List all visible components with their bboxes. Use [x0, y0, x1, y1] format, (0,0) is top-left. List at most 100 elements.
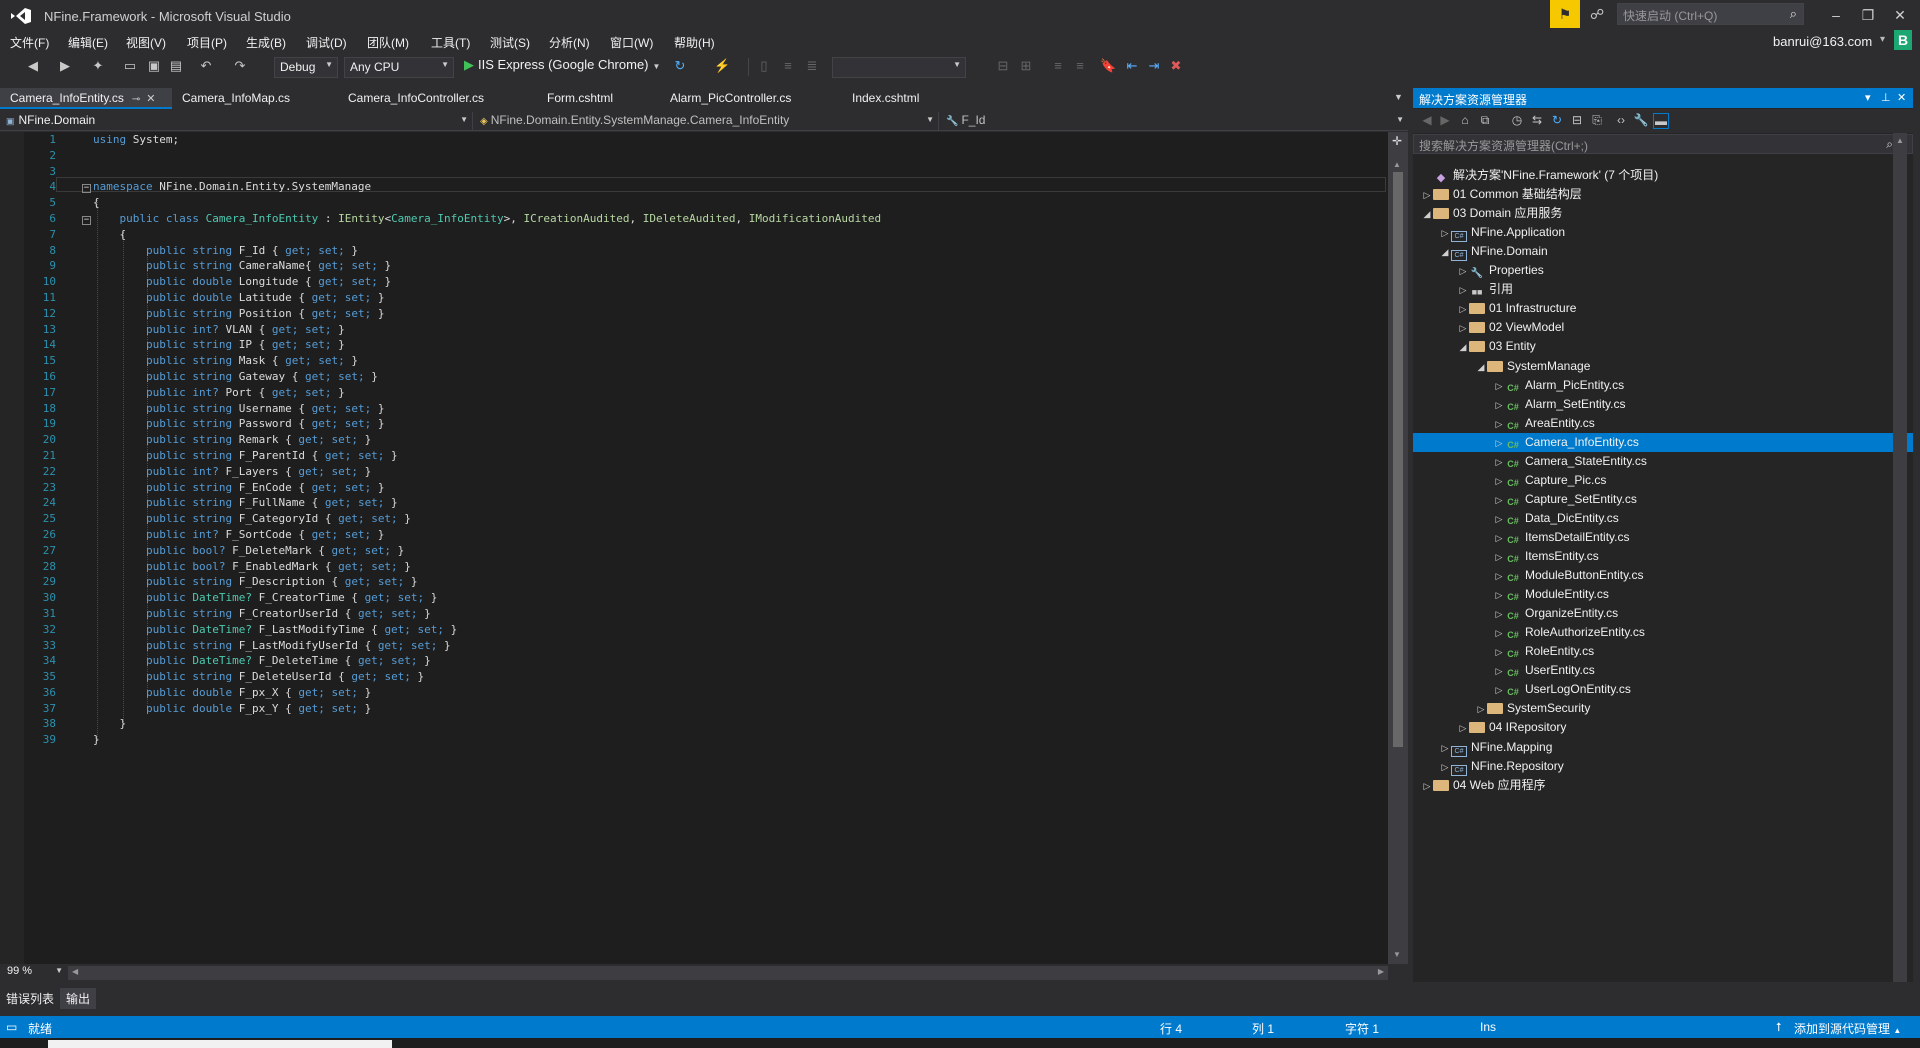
member-dropdown[interactable]: 🔧 F_Id ▼	[940, 112, 1408, 130]
collapsed-arrow-icon[interactable]: ▷	[1457, 300, 1469, 319]
start-debugging-button[interactable]: ▶ IIS Express (Google Chrome) ▼	[464, 57, 660, 78]
collapsed-arrow-icon[interactable]: ▷	[1457, 319, 1469, 338]
tree-node[interactable]: ▷ 04 Web 应用程序	[1413, 776, 1913, 795]
collapsed-arrow-icon[interactable]: ▷	[1457, 281, 1469, 300]
collapsed-arrow-icon[interactable]: ▷	[1493, 681, 1505, 700]
properties-icon[interactable]: 🔧	[1633, 113, 1649, 127]
menu-file[interactable]: 文件(F)	[10, 34, 49, 51]
scroll-up-icon[interactable]: ▲	[1393, 160, 1401, 169]
scroll-right-icon[interactable]: ▶	[1378, 967, 1384, 976]
tree-node[interactable]: ▷ 02 ViewModel	[1413, 318, 1913, 337]
tree-node[interactable]: ▷ C# UserEntity.cs	[1413, 661, 1913, 680]
collapsed-arrow-icon[interactable]: ▷	[1493, 567, 1505, 586]
previous-bookmark-icon[interactable]: ⇤	[1124, 58, 1140, 74]
collapsed-arrow-icon[interactable]: ▷	[1493, 453, 1505, 472]
solution-explorer-search-input[interactable]: 搜索解决方案资源管理器(Ctrl+;) ⌕▾	[1413, 134, 1913, 154]
collapsed-arrow-icon[interactable]: ▷	[1493, 510, 1505, 529]
pending-changes-filter-icon[interactable]: ◷	[1509, 113, 1525, 127]
tab-index-cshtml[interactable]: Index.cshtml	[842, 88, 929, 109]
notifications-flag-icon[interactable]: ⚑	[1550, 0, 1580, 28]
tree-node[interactable]: ▷ C# UserLogOnEntity.cs	[1413, 680, 1913, 699]
collapsed-arrow-icon[interactable]: ▷	[1493, 472, 1505, 491]
menu-test[interactable]: 测试(S)	[490, 34, 530, 51]
avatar[interactable]: B	[1894, 30, 1912, 50]
find-combo[interactable]: ▼	[832, 57, 966, 78]
tree-node[interactable]: ◢ C# NFine.Domain	[1413, 242, 1913, 262]
collapsed-arrow-icon[interactable]: ▷	[1493, 662, 1505, 681]
expanded-arrow-icon[interactable]: ◢	[1457, 338, 1469, 357]
collapse-all-icon[interactable]: ⊟	[1569, 113, 1585, 127]
tree-node[interactable]: ▷ C# NFine.Repository	[1413, 757, 1913, 776]
collapsed-arrow-icon[interactable]: ▷	[1493, 643, 1505, 662]
tree-node[interactable]: ▷ C# NFine.Application	[1413, 223, 1913, 243]
tree-node[interactable]: ▷ 04 IRepository	[1413, 718, 1913, 737]
solution-configuration-select[interactable]: Debug ▼	[274, 57, 338, 78]
browser-link-icon[interactable]: ⚡	[714, 58, 730, 74]
menu-team[interactable]: 团队(M)	[367, 34, 409, 51]
menu-window[interactable]: 窗口(W)	[610, 34, 653, 51]
tree-node[interactable]: ▷ 01 Common 基础结构层	[1413, 185, 1913, 204]
refresh-browser-icon[interactable]: ↻	[672, 58, 688, 74]
tree-node[interactable]: ▷ C# Camera_InfoEntity.cs	[1413, 432, 1913, 452]
undo-icon[interactable]: ↶	[198, 58, 214, 74]
tree-node[interactable]: ◢ 03 Domain 应用服务	[1413, 204, 1913, 223]
collapsed-arrow-icon[interactable]: ▷	[1493, 586, 1505, 605]
comment-icon[interactable]: ▯	[756, 58, 772, 74]
tree-node[interactable]: ▷ C# Alarm_PicEntity.cs	[1413, 376, 1913, 395]
format-selection-icon[interactable]: ⊞	[1018, 58, 1034, 74]
tree-node[interactable]: ▷ C# RoleAuthorizeEntity.cs	[1413, 623, 1913, 642]
outdent-icon[interactable]: ≣	[804, 58, 820, 74]
scroll-up-icon[interactable]: ▲	[1896, 136, 1904, 145]
tree-node[interactable]: ▷ C# Camera_StateEntity.cs	[1413, 452, 1913, 471]
collapse-namespace-icon[interactable]: −	[82, 184, 91, 193]
scrollbar-thumb[interactable]	[1393, 172, 1403, 747]
menu-build[interactable]: 生成(B)	[246, 34, 286, 51]
tree-node[interactable]: ▷ C# OrganizeEntity.cs	[1413, 604, 1913, 623]
sync-with-document-icon[interactable]: ⇆	[1529, 113, 1545, 127]
save-all-icon[interactable]: ▤	[168, 58, 184, 74]
tree-node[interactable]: ▷ C# RoleEntity.cs	[1413, 642, 1913, 661]
tree-node[interactable]: ▷ ■■ 引用	[1413, 280, 1913, 299]
collapsed-arrow-icon[interactable]: ▷	[1475, 700, 1487, 719]
new-project-icon[interactable]: ✦	[90, 58, 106, 74]
expanded-arrow-icon[interactable]: ◢	[1439, 243, 1451, 262]
tree-node[interactable]: ▷ C# ItemsDetailEntity.cs	[1413, 528, 1913, 547]
open-file-icon[interactable]: ▭	[122, 58, 138, 74]
tree-node[interactable]: ▷ 🔧 Properties	[1413, 261, 1913, 280]
back-icon[interactable]: ◀	[1419, 113, 1435, 127]
pin-icon[interactable]: ⊸	[132, 94, 140, 105]
code-editor[interactable]: 1 2 3 4 5 6 7 8 9 10 11 12 13 14 15 16 17 18 19 20 21 22 23 24 2…	[0, 132, 1388, 964]
close-icon[interactable]: ✕	[1897, 91, 1906, 104]
tab-error-list[interactable]: 错误列表	[0, 988, 60, 1009]
tree-node[interactable]: ▷ C# AreaEntity.cs	[1413, 414, 1913, 433]
collapsed-arrow-icon[interactable]: ▷	[1439, 739, 1451, 758]
split-window-icon[interactable]: ✛	[1392, 134, 1402, 148]
collapsed-arrow-icon[interactable]: ▷	[1493, 377, 1505, 396]
tab-camera-infomap[interactable]: Camera_InfoMap.cs	[172, 88, 300, 109]
collapsed-arrow-icon[interactable]: ▷	[1421, 777, 1433, 796]
collapsed-arrow-icon[interactable]: ▷	[1457, 262, 1469, 281]
tab-camera-infocontroller[interactable]: Camera_InfoController.cs	[338, 88, 494, 109]
menu-edit[interactable]: 编辑(E)	[68, 34, 108, 51]
show-all-files-icon[interactable]: ⎘	[1589, 113, 1605, 128]
editor-horizontal-scrollbar[interactable]: ◀ ▶	[68, 966, 1388, 980]
feedback-icon[interactable]: ☍	[1590, 6, 1608, 22]
menu-view[interactable]: 视图(V)	[126, 34, 166, 51]
tree-node[interactable]: ▷ SystemSecurity	[1413, 699, 1913, 718]
search-icon[interactable]: ⌕	[1790, 6, 1797, 22]
tree-node[interactable]: ▷ C# ModuleButtonEntity.cs	[1413, 566, 1913, 585]
user-account[interactable]: banrui@163.com	[1773, 34, 1872, 49]
menu-help[interactable]: 帮助(H)	[674, 34, 715, 51]
output-window-icon[interactable]: ▭	[6, 1020, 17, 1034]
collapsed-arrow-icon[interactable]: ▷	[1493, 396, 1505, 415]
tree-node[interactable]: ▷ C# ItemsEntity.cs	[1413, 547, 1913, 566]
auto-hide-pin-icon[interactable]: ⊥	[1881, 91, 1891, 104]
close-window-button[interactable]: ✕	[1886, 4, 1914, 26]
navigate-forward-icon[interactable]: ▶	[57, 58, 73, 74]
type-dropdown[interactable]: ◈ NFine.Domain.Entity.SystemManage.Camera…	[474, 112, 938, 130]
minimize-button[interactable]: –	[1822, 4, 1850, 26]
home-icon[interactable]: ⌂	[1457, 113, 1473, 127]
tree-node[interactable]: ◢ SystemManage	[1413, 357, 1913, 376]
scroll-down-icon[interactable]: ▼	[1393, 950, 1401, 959]
collapsed-arrow-icon[interactable]: ▷	[1493, 605, 1505, 624]
